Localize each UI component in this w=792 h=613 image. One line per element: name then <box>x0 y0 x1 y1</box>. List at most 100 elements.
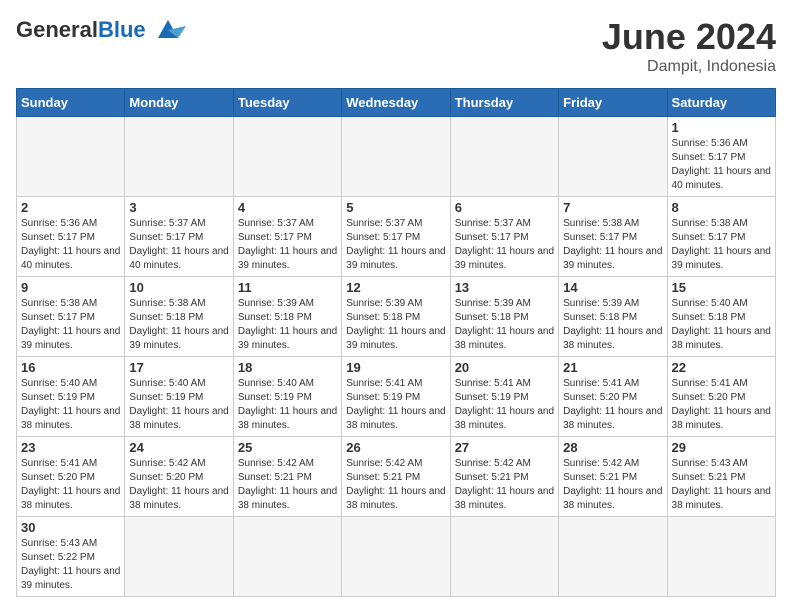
day-header-friday: Friday <box>559 89 667 117</box>
day-info: Sunrise: 5:41 AM Sunset: 5:19 PM Dayligh… <box>346 377 445 433</box>
day-info: Sunrise: 5:39 AM Sunset: 5:18 PM Dayligh… <box>563 297 662 353</box>
day-info: Sunrise: 5:38 AM Sunset: 5:18 PM Dayligh… <box>129 297 228 353</box>
day-number: 6 <box>455 200 554 215</box>
location-subtitle: Dampit, Indonesia <box>602 58 776 76</box>
day-number: 22 <box>672 360 771 375</box>
calendar-cell: 5 Sunrise: 5:37 AM Sunset: 5:17 PM Daylig… <box>342 197 450 277</box>
day-info: Sunrise: 5:39 AM Sunset: 5:18 PM Dayligh… <box>238 297 337 353</box>
day-header-saturday: Saturday <box>667 89 775 117</box>
day-number: 13 <box>455 280 554 295</box>
month-title: June 2024 <box>602 16 776 58</box>
calendar-week-row: 16Sunrise: 5:40 AM Sunset: 5:19 PM Dayli… <box>17 357 776 437</box>
day-number: 18 <box>238 360 337 375</box>
calendar-table: SundayMondayTuesdayWednesdayThursdayFrid… <box>16 88 776 597</box>
day-header-thursday: Thursday <box>450 89 558 117</box>
calendar-cell <box>559 517 667 597</box>
day-info: Sunrise: 5:41 AM Sunset: 5:20 PM Dayligh… <box>563 377 662 433</box>
day-number: 29 <box>672 440 771 455</box>
calendar-cell: 4 Sunrise: 5:37 AM Sunset: 5:17 PM Daylig… <box>233 197 341 277</box>
day-info: Sunrise: 5:38 AM Sunset: 5:17 PM Dayligh… <box>672 217 771 273</box>
calendar-cell <box>125 117 233 197</box>
calendar-cell <box>125 517 233 597</box>
calendar-cell <box>17 117 125 197</box>
day-number: 8 <box>672 200 771 215</box>
day-info: Sunrise: 5:40 AM Sunset: 5:19 PM Dayligh… <box>129 377 228 433</box>
calendar-cell: 29 Sunrise: 5:43 AM Sunset: 5:21 PM Dayli… <box>667 437 775 517</box>
day-number: 3 <box>129 200 228 215</box>
day-info: Sunrise: 5:40 AM Sunset: 5:19 PM Dayligh… <box>21 377 120 433</box>
calendar-cell <box>667 517 775 597</box>
calendar-cell: 15Sunrise: 5:40 AM Sunset: 5:18 PM Dayli… <box>667 277 775 357</box>
day-info: Sunrise: 5:43 AM Sunset: 5:21 PM Dayligh… <box>672 457 771 513</box>
day-number: 2 <box>21 200 120 215</box>
logo-general: General <box>16 17 98 43</box>
calendar-cell: 14 Sunrise: 5:39 AM Sunset: 5:18 PM Dayli… <box>559 277 667 357</box>
day-header-tuesday: Tuesday <box>233 89 341 117</box>
day-info: Sunrise: 5:36 AM Sunset: 5:17 PM Dayligh… <box>672 137 771 193</box>
page-header: General Blue June 2024 Dampit, Indonesia <box>16 16 776 76</box>
day-info: Sunrise: 5:36 AM Sunset: 5:17 PM Dayligh… <box>21 217 120 273</box>
calendar-cell: 24Sunrise: 5:42 AM Sunset: 5:20 PM Dayli… <box>125 437 233 517</box>
calendar-header-row: SundayMondayTuesdayWednesdayThursdayFrid… <box>17 89 776 117</box>
day-number: 12 <box>346 280 445 295</box>
calendar-cell: 25Sunrise: 5:42 AM Sunset: 5:21 PM Dayli… <box>233 437 341 517</box>
calendar-cell: 28 Sunrise: 5:42 AM Sunset: 5:21 PM Dayli… <box>559 437 667 517</box>
calendar-cell: 8 Sunrise: 5:38 AM Sunset: 5:17 PM Daylig… <box>667 197 775 277</box>
day-number: 14 <box>563 280 662 295</box>
calendar-cell: 22Sunrise: 5:41 AM Sunset: 5:20 PM Dayli… <box>667 357 775 437</box>
day-info: Sunrise: 5:41 AM Sunset: 5:20 PM Dayligh… <box>21 457 120 513</box>
day-number: 4 <box>238 200 337 215</box>
day-info: Sunrise: 5:38 AM Sunset: 5:17 PM Dayligh… <box>21 297 120 353</box>
calendar-week-row: 23 Sunrise: 5:41 AM Sunset: 5:20 PM Dayli… <box>17 437 776 517</box>
title-area: June 2024 Dampit, Indonesia <box>602 16 776 76</box>
calendar-cell: 11Sunrise: 5:39 AM Sunset: 5:18 PM Dayli… <box>233 277 341 357</box>
logo-blue: Blue <box>98 17 146 43</box>
calendar-cell <box>559 117 667 197</box>
calendar-cell: 10 Sunrise: 5:38 AM Sunset: 5:18 PM Dayli… <box>125 277 233 357</box>
day-info: Sunrise: 5:42 AM Sunset: 5:21 PM Dayligh… <box>455 457 554 513</box>
day-info: Sunrise: 5:39 AM Sunset: 5:18 PM Dayligh… <box>346 297 445 353</box>
calendar-cell <box>342 517 450 597</box>
day-info: Sunrise: 5:42 AM Sunset: 5:21 PM Dayligh… <box>238 457 337 513</box>
calendar-cell: 21Sunrise: 5:41 AM Sunset: 5:20 PM Dayli… <box>559 357 667 437</box>
day-info: Sunrise: 5:38 AM Sunset: 5:17 PM Dayligh… <box>563 217 662 273</box>
day-info: Sunrise: 5:43 AM Sunset: 5:22 PM Dayligh… <box>21 537 120 593</box>
day-number: 23 <box>21 440 120 455</box>
calendar-cell: 12 Sunrise: 5:39 AM Sunset: 5:18 PM Dayli… <box>342 277 450 357</box>
day-number: 10 <box>129 280 228 295</box>
calendar-week-row: 2 Sunrise: 5:36 AM Sunset: 5:17 PM Daylig… <box>17 197 776 277</box>
day-info: Sunrise: 5:42 AM Sunset: 5:21 PM Dayligh… <box>346 457 445 513</box>
day-number: 5 <box>346 200 445 215</box>
day-number: 28 <box>563 440 662 455</box>
day-info: Sunrise: 5:42 AM Sunset: 5:20 PM Dayligh… <box>129 457 228 513</box>
day-info: Sunrise: 5:37 AM Sunset: 5:17 PM Dayligh… <box>346 217 445 273</box>
day-number: 30 <box>21 520 120 535</box>
calendar-cell <box>233 517 341 597</box>
logo: General Blue <box>16 16 186 44</box>
calendar-week-row: 30 Sunrise: 5:43 AM Sunset: 5:22 PM Dayli… <box>17 517 776 597</box>
day-number: 19 <box>346 360 445 375</box>
calendar-cell: 2 Sunrise: 5:36 AM Sunset: 5:17 PM Daylig… <box>17 197 125 277</box>
day-info: Sunrise: 5:39 AM Sunset: 5:18 PM Dayligh… <box>455 297 554 353</box>
calendar-cell <box>450 517 558 597</box>
calendar-cell: 13 Sunrise: 5:39 AM Sunset: 5:18 PM Dayli… <box>450 277 558 357</box>
calendar-cell: 1 Sunrise: 5:36 AM Sunset: 5:17 PM Daylig… <box>667 117 775 197</box>
calendar-cell: 19 Sunrise: 5:41 AM Sunset: 5:19 PM Dayli… <box>342 357 450 437</box>
day-number: 20 <box>455 360 554 375</box>
calendar-cell: 26 Sunrise: 5:42 AM Sunset: 5:21 PM Dayli… <box>342 437 450 517</box>
day-number: 1 <box>672 120 771 135</box>
calendar-cell: 17Sunrise: 5:40 AM Sunset: 5:19 PM Dayli… <box>125 357 233 437</box>
calendar-cell: 27 Sunrise: 5:42 AM Sunset: 5:21 PM Dayli… <box>450 437 558 517</box>
day-info: Sunrise: 5:37 AM Sunset: 5:17 PM Dayligh… <box>238 217 337 273</box>
day-number: 15 <box>672 280 771 295</box>
day-header-wednesday: Wednesday <box>342 89 450 117</box>
calendar-cell <box>342 117 450 197</box>
calendar-cell <box>450 117 558 197</box>
calendar-cell: 18 Sunrise: 5:40 AM Sunset: 5:19 PM Dayli… <box>233 357 341 437</box>
day-number: 27 <box>455 440 554 455</box>
day-number: 9 <box>21 280 120 295</box>
calendar-week-row: 9 Sunrise: 5:38 AM Sunset: 5:17 PM Daylig… <box>17 277 776 357</box>
day-info: Sunrise: 5:40 AM Sunset: 5:19 PM Dayligh… <box>238 377 337 433</box>
day-info: Sunrise: 5:42 AM Sunset: 5:21 PM Dayligh… <box>563 457 662 513</box>
day-number: 26 <box>346 440 445 455</box>
